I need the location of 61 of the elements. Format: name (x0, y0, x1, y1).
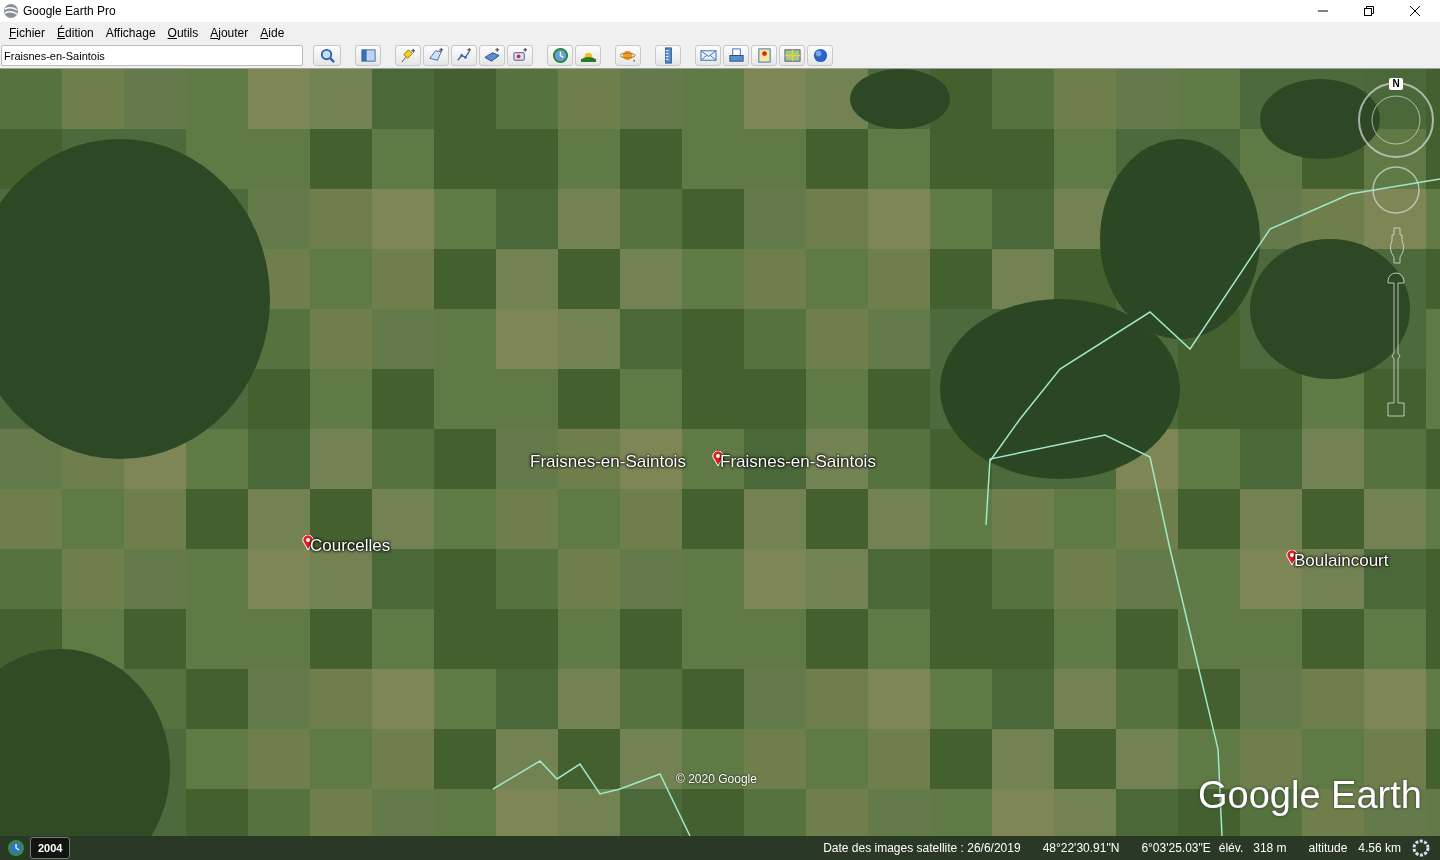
elevation-label: élév. (1218, 840, 1244, 857)
place-label[interactable]: Fraisnes-en-Saintois (530, 452, 686, 472)
imagery-date-text: Date des images satellite : 26/6/2019 (823, 840, 1021, 857)
zoom-slider-icon[interactable] (1386, 271, 1406, 419)
menu-item[interactable]: Édition (51, 23, 100, 42)
polygon-icon (427, 47, 445, 64)
sidebar-icon (359, 47, 377, 64)
menu-item[interactable]: Affichage (99, 23, 162, 42)
toolbar-button[interactable] (395, 45, 421, 66)
altitude-label: altitude (1308, 840, 1348, 857)
toolbar-button[interactable] (615, 45, 641, 66)
copyright-text: © 2020 Google (676, 771, 757, 788)
toolbar-button[interactable] (507, 45, 533, 66)
clock-icon[interactable] (8, 840, 24, 856)
menu-item[interactable]: Fichier (3, 23, 52, 42)
place-label[interactable]: Fraisnes-en-Saintois (720, 452, 876, 472)
clock-icon (551, 47, 569, 64)
window-title: Google Earth Pro (23, 3, 116, 20)
menu-item[interactable]: Aide (254, 23, 291, 42)
loading-ring-icon (1412, 839, 1430, 857)
north-letter: N (1391, 77, 1401, 91)
time-slider-year[interactable]: 2004 (30, 836, 71, 860)
camera-icon (511, 47, 529, 64)
toolbar-button[interactable] (423, 45, 449, 66)
map-pin-image-icon (755, 47, 773, 64)
place-label[interactable]: Courcelles (310, 536, 391, 556)
close-icon[interactable] (1410, 6, 1420, 16)
toolbar-button[interactable] (355, 45, 381, 66)
toolbar-button[interactable] (723, 45, 749, 66)
path-icon (455, 47, 473, 64)
longitude-text: 6°03'25.03"E (1141, 840, 1211, 857)
menu-item[interactable]: Outils (161, 23, 205, 42)
toolbar-button[interactable] (807, 45, 833, 66)
look-joystick-icon[interactable] (1371, 165, 1421, 215)
toolbar-button[interactable] (575, 45, 601, 66)
pushpin-icon (399, 47, 417, 64)
image-overlay-icon (483, 47, 501, 64)
toolbar-button[interactable] (655, 45, 681, 66)
latitude-text: 48°22'30.91"N (1042, 840, 1120, 857)
envelope-icon (699, 47, 717, 64)
maximize-icon[interactable] (1364, 6, 1374, 16)
toolbar-button[interactable] (479, 45, 505, 66)
pegman-icon[interactable] (1388, 227, 1406, 264)
printer-icon (727, 47, 745, 64)
place-label[interactable]: Boulaincourt (1294, 551, 1389, 571)
map-icon (783, 47, 801, 64)
search-button[interactable] (313, 45, 341, 66)
search-icon (318, 47, 336, 64)
globe-logo-icon (3, 3, 19, 19)
toolbar-button[interactable] (779, 45, 805, 66)
altitude-text: 4.56 km (1358, 840, 1401, 857)
menu-item[interactable]: Ajouter (204, 23, 255, 42)
toolbar-button[interactable] (451, 45, 477, 66)
search-field[interactable]: Fraisnes-en-Saintois (1, 45, 303, 66)
toolbar-button[interactable] (751, 45, 777, 66)
compass-ring-icon[interactable] (1357, 78, 1435, 158)
globe-icon (811, 47, 829, 64)
toolbar-button[interactable] (547, 45, 573, 66)
elevation-text: 318 m (1253, 840, 1287, 857)
toolbar-button[interactable] (695, 45, 721, 66)
logo-text: Google Earth (1198, 773, 1422, 818)
